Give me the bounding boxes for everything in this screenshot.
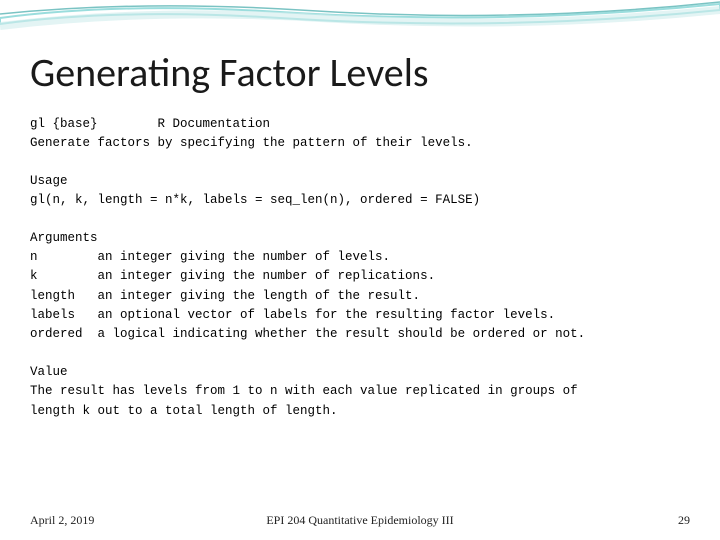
- footer-course: EPI 204 Quantitative Epidemiology III: [0, 513, 720, 528]
- value-block: Value The result has levels from 1 to n …: [30, 363, 690, 421]
- slide-title: Generating Factor Levels: [30, 48, 690, 97]
- slide-footer: EPI 204 Quantitative Epidemiology III Ap…: [0, 513, 720, 528]
- arguments-block: Arguments n an integer giving the number…: [30, 229, 690, 345]
- usage-block: Usage gl(n, k, length = n*k, labels = se…: [30, 172, 690, 211]
- doc-header-block: gl {base} R Documentation Generate facto…: [30, 115, 690, 154]
